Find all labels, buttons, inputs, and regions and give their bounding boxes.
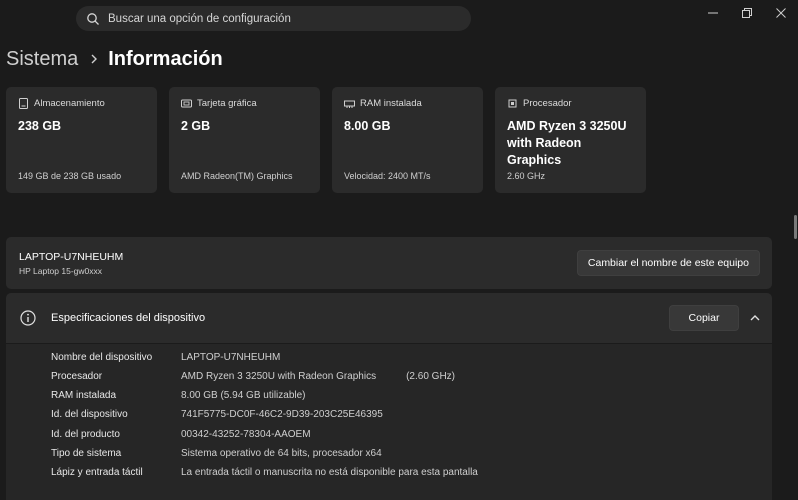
spec-row: Id. del producto 00342-43252-78304-AAOEM [51, 429, 311, 440]
ram-icon [344, 98, 355, 109]
cpu-sub: 2.60 GHz [507, 171, 546, 181]
close-icon [776, 8, 786, 18]
gpu-sub: AMD Radeon(TM) Graphics [181, 171, 293, 181]
specs-title: Especificaciones del dispositivo [51, 312, 206, 324]
storage-label: Almacenamiento [34, 97, 105, 109]
gpu-label: Tarjeta gráfica [197, 97, 257, 109]
restore-icon [742, 8, 752, 18]
gpu-value: 2 GB [181, 119, 211, 133]
cpu-card[interactable]: Procesador AMD Ryzen 3 3250U with Radeon… [495, 87, 646, 193]
device-name-row: LAPTOP-U7NHEUHM HP Laptop 15-gw0xxx Camb… [6, 237, 772, 289]
cpu-label: Procesador [523, 97, 572, 109]
ram-label: RAM instalada [360, 97, 422, 109]
ram-value: 8.00 GB [344, 119, 391, 133]
spec-row: Id. del dispositivo 741F5775-DC0F-46C2-9… [51, 409, 383, 420]
page-title: Información [108, 47, 223, 70]
device-specs-body: Nombre del dispositivo LAPTOP-U7NHEUHM P… [6, 344, 772, 500]
collapse-button[interactable] [746, 309, 764, 327]
search-icon [86, 12, 100, 26]
storage-value: 238 GB [18, 119, 62, 133]
gpu-icon [181, 98, 192, 109]
ram-sub: Velocidad: 2400 MT/s [344, 171, 431, 181]
search-placeholder: Buscar una opción de configuración [108, 12, 291, 25]
device-name: LAPTOP-U7NHEUHM [19, 251, 124, 263]
spec-row: RAM instalada 8.00 GB (5.94 GB utilizabl… [51, 390, 306, 401]
info-icon [20, 310, 36, 326]
search-box[interactable]: Buscar una opción de configuración [76, 6, 471, 31]
cpu-value: AMD Ryzen 3 3250U with Radeon Graphics [507, 119, 627, 167]
spec-row: Lápiz y entrada táctil La entrada táctil… [51, 467, 478, 478]
cpu-icon [507, 98, 518, 109]
restore-button[interactable] [730, 0, 764, 26]
device-model: HP Laptop 15-gw0xxx [19, 266, 103, 276]
window-controls [696, 0, 798, 26]
scrollbar[interactable] [794, 215, 797, 239]
minimize-button[interactable] [696, 0, 730, 26]
close-button[interactable] [764, 0, 798, 26]
storage-sub: 149 GB de 238 GB usado [18, 171, 122, 181]
storage-card[interactable]: Almacenamiento 238 GB 149 GB de 238 GB u… [6, 87, 157, 193]
device-specs-header[interactable]: Especificaciones del dispositivo Copiar [6, 293, 772, 343]
spec-row: Procesador AMD Ryzen 3 3250U with Radeon… [51, 371, 455, 382]
breadcrumb: Sistema Información [6, 44, 223, 74]
spec-row: Tipo de sistema Sistema operativo de 64 … [51, 448, 382, 459]
gpu-card[interactable]: Tarjeta gráfica 2 GB AMD Radeon(TM) Grap… [169, 87, 320, 193]
ram-card[interactable]: RAM instalada 8.00 GB Velocidad: 2400 MT… [332, 87, 483, 193]
copy-button[interactable]: Copiar [669, 305, 739, 331]
chevron-right-icon [90, 53, 98, 65]
rename-pc-button[interactable]: Cambiar el nombre de este equipo [576, 250, 760, 276]
spec-row: Nombre del dispositivo LAPTOP-U7NHEUHM [51, 352, 281, 363]
storage-icon [18, 97, 29, 109]
minimize-icon [708, 12, 718, 14]
chevron-up-icon [750, 315, 760, 321]
breadcrumb-parent[interactable]: Sistema [6, 48, 78, 71]
